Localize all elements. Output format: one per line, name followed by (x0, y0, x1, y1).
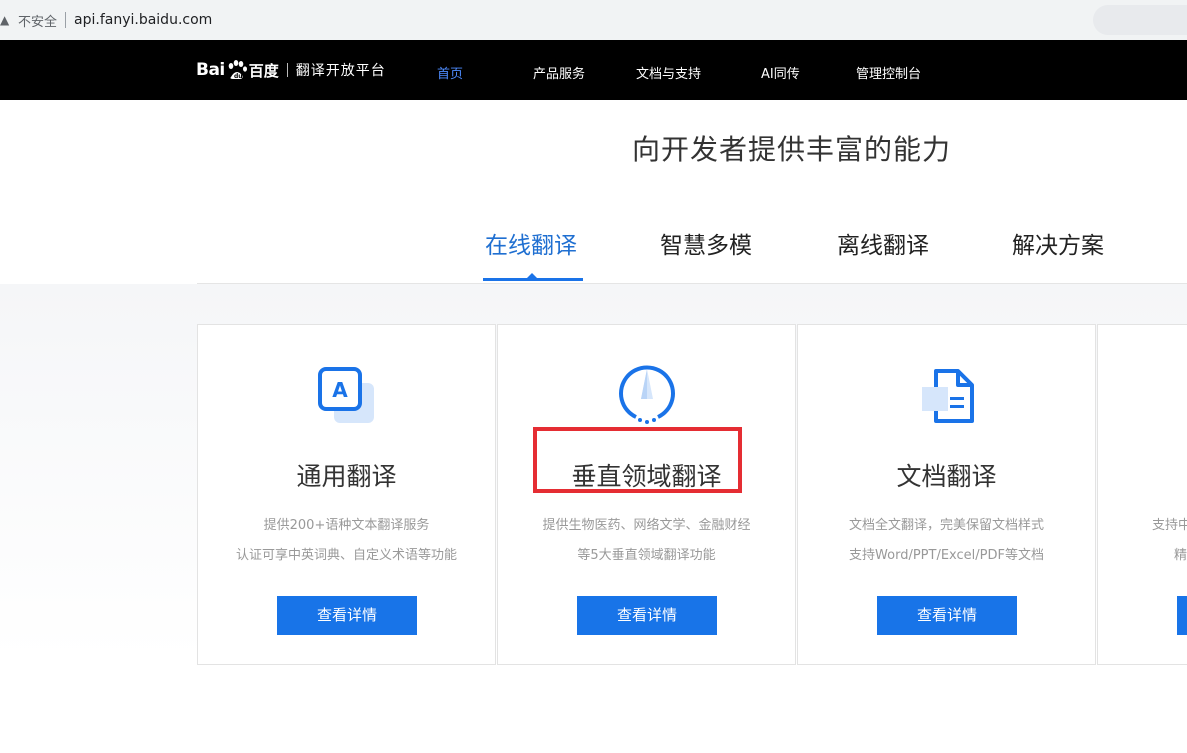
document-icon (922, 369, 974, 423)
url-bar[interactable]: ▲ 不安全 api.fanyi.baidu.com (0, 5, 905, 35)
url-text[interactable]: api.fanyi.baidu.com (74, 12, 212, 28)
security-label[interactable]: 不安全 (18, 11, 57, 30)
nav-item-console[interactable]: 管理控制台 (856, 63, 921, 82)
warning-icon[interactable]: ▲ (0, 13, 12, 27)
svg-text:du: du (234, 73, 243, 80)
card-description: 提供200+语种文本翻译服务 认证可享中英词典、自定义术语等功能 (198, 511, 495, 571)
card-partial: 支持中 精 (1097, 324, 1187, 665)
nav-item-docs[interactable]: 文档与支持 (636, 63, 701, 82)
tab-smart-multimodal[interactable]: 智慧多模 (660, 226, 752, 260)
card-description: 提供生物医药、网络文学、金融财经 等5大垂直领域翻译功能 (498, 511, 795, 571)
site-nav: Bai du 百度 翻译开放平台 首页 产品服务 文档与支持 AI同传 管理控制… (0, 40, 1187, 100)
url-separator (65, 12, 67, 28)
nav-item-ai-interpret[interactable]: AI同传 (761, 63, 800, 82)
view-details-button[interactable]: 查看详情 (577, 596, 717, 635)
logo-divider (286, 63, 288, 77)
text-translate-icon: A (318, 367, 374, 423)
logo-baidu-cn: 百度 (248, 61, 279, 80)
card-desc-line: 精 (1174, 548, 1187, 563)
logo-subtitle: 翻译开放平台 (295, 63, 386, 79)
card-document-translation: 文档翻译 文档全文翻译，完美保留文档样式 支持Word/PPT/Excel/PD… (797, 324, 1096, 665)
browser-toolbar-area (1093, 5, 1187, 35)
card-desc-line: 等5大垂直领域翻译功能 (577, 548, 716, 563)
view-details-button[interactable]: 查看详情 (277, 596, 417, 635)
baidu-logo[interactable]: Bai du 百度 翻译开放平台 (196, 57, 386, 83)
card-desc-line: 支持中 (1152, 518, 1187, 533)
svg-text:A: A (332, 378, 348, 402)
browser-address-bar: ▲ 不安全 api.fanyi.baidu.com (0, 0, 1187, 41)
card-description: 支持中 精 (1152, 511, 1187, 571)
tabs-divider (197, 283, 1187, 284)
tab-solutions[interactable]: 解决方案 (1012, 226, 1104, 260)
nav-item-products[interactable]: 产品服务 (533, 63, 585, 82)
card-vertical-domain-translation: 垂直领域翻译 提供生物医药、网络文学、金融财经 等5大垂直领域翻译功能 查看详情 (497, 324, 796, 665)
paw-icon: du (228, 60, 247, 80)
card-desc-line: 提供生物医药、网络文学、金融财经 (542, 518, 751, 533)
page-title: 向开发者提供丰富的能力 (632, 133, 952, 166)
nav-item-home[interactable]: 首页 (437, 63, 463, 82)
view-details-button[interactable] (1177, 596, 1187, 635)
domain-compass-icon (619, 365, 675, 424)
capability-tabs: 在线翻译 智慧多模 离线翻译 解决方案 (0, 200, 1187, 284)
card-desc-line: 提供200+语种文本翻译服务 (263, 518, 430, 533)
logo-bai-text: Bai (196, 60, 225, 80)
tab-offline-translation[interactable]: 离线翻译 (837, 226, 929, 260)
card-description: 文档全文翻译，完美保留文档样式 支持Word/PPT/Excel/PDF等文档 (798, 511, 1095, 571)
highlight-box (533, 427, 742, 493)
view-details-button[interactable]: 查看详情 (877, 596, 1017, 635)
tab-online-translation[interactable]: 在线翻译 (485, 226, 577, 260)
card-desc-line: 认证可享中英词典、自定义术语等功能 (235, 548, 457, 563)
card-general-translation: A 通用翻译 提供200+语种文本翻译服务 认证可享中英词典、自定义术语等功能 … (197, 324, 496, 665)
card-desc-line: 文档全文翻译，完美保留文档样式 (848, 518, 1044, 533)
card-title: 通用翻译 (296, 462, 397, 491)
card-title: 文档翻译 (896, 462, 997, 491)
active-tab-caret (526, 273, 538, 279)
card-desc-line: 支持Word/PPT/Excel/PDF等文档 (849, 548, 1044, 563)
